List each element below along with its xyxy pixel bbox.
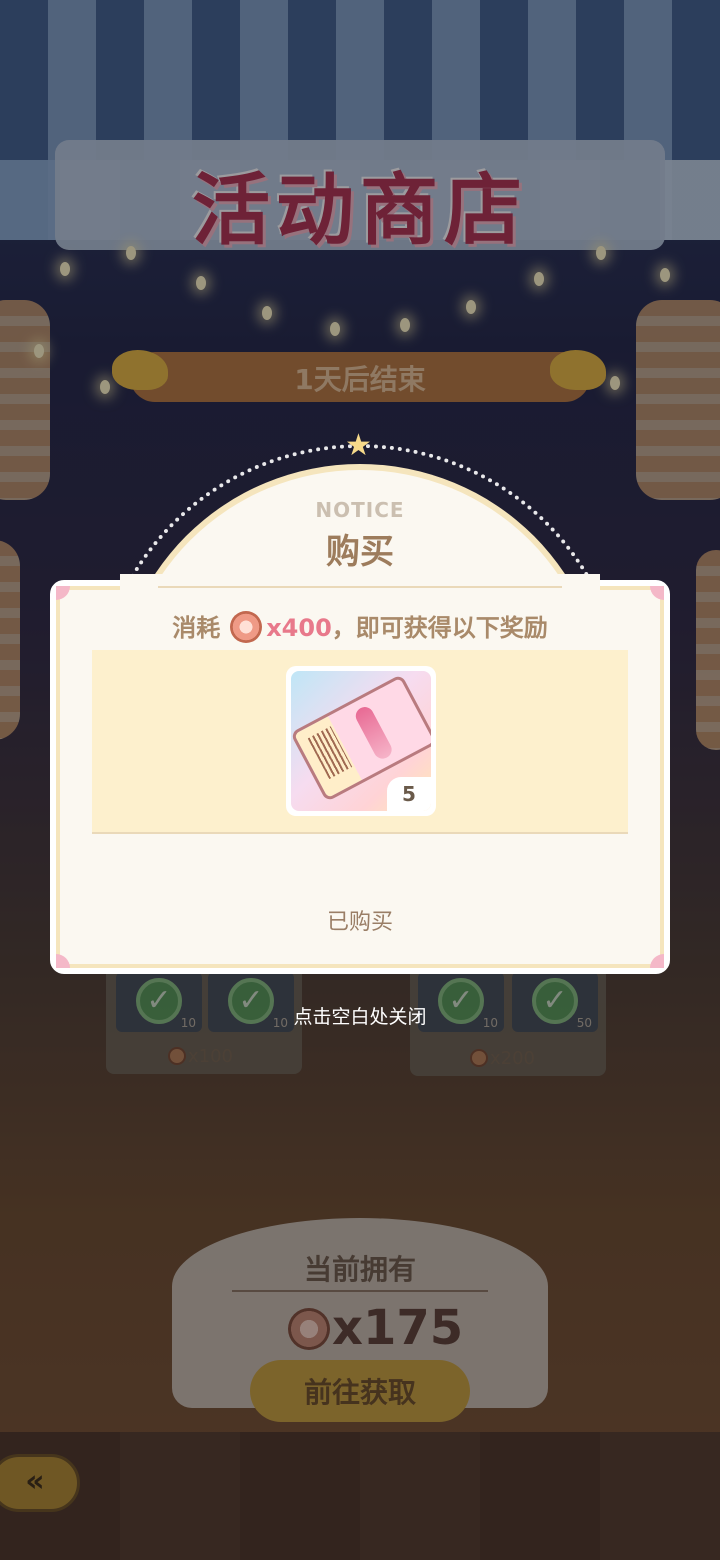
- coin-icon: [230, 611, 263, 643]
- reward-item[interactable]: 5: [286, 666, 436, 816]
- title-divider: [158, 586, 562, 588]
- cost-prefix: 消耗: [172, 614, 221, 642]
- notice-label: NOTICE: [315, 498, 405, 522]
- reward-quantity: 5: [387, 777, 431, 811]
- star-icon: ★: [345, 428, 372, 463]
- cost-amount: x400: [266, 614, 332, 642]
- purchase-dialog: ★ NOTICE 购买 消耗 x400，即可获得以下奖励 5 已购买: [50, 428, 670, 974]
- purchased-status: 已购买: [326, 910, 393, 935]
- dialog-title: 购买: [326, 532, 394, 572]
- brush-icon: [352, 703, 395, 762]
- reward-area: 5: [92, 650, 628, 834]
- close-hint: 点击空白处关闭: [293, 1006, 427, 1028]
- cost-suffix: ，即可获得以下奖励: [331, 614, 548, 642]
- cost-line: 消耗 x400，即可获得以下奖励: [50, 608, 670, 643]
- barcode: [307, 726, 353, 780]
